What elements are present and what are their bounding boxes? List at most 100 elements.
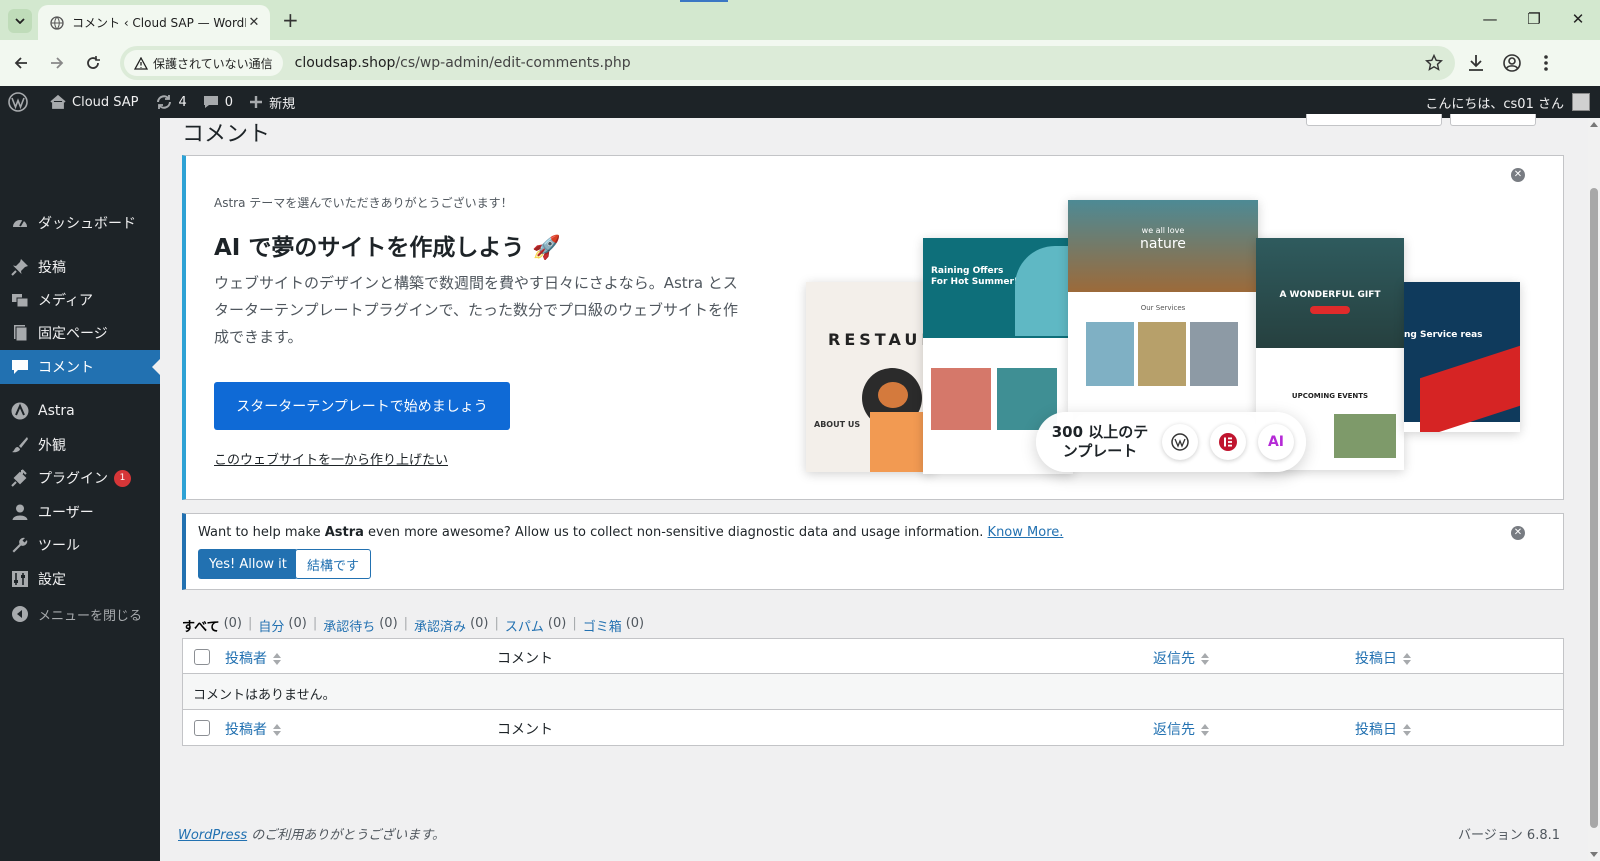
column-author[interactable]: 投稿者 — [225, 719, 281, 739]
sidebar-item-settings[interactable]: 設定 — [0, 562, 160, 596]
back-icon[interactable] — [10, 52, 32, 74]
card-about-title: ABOUT US — [814, 420, 861, 429]
wp-logo-menu[interactable] — [0, 86, 42, 118]
allow-tracking-button[interactable]: Yes! Allow it — [198, 549, 298, 579]
starter-templates-button[interactable]: スターターテンプレートで始めましょう — [214, 382, 510, 430]
site-security-chip[interactable]: 保護されていない通信 — [124, 50, 283, 76]
bookmark-star-icon[interactable] — [1425, 54, 1443, 72]
filter-spam[interactable]: スパム — [505, 616, 544, 635]
card-nature-title: nature — [1140, 236, 1186, 252]
url-text: cloudsap.shop/cs/wp-admin/edit-comments.… — [295, 55, 631, 71]
table-row: コメントはありません。 — [183, 674, 1563, 710]
sidebar-item-dashboard[interactable]: ダッシュボード — [0, 206, 160, 240]
build-from-scratch-link[interactable]: このウェブサイトを一から作り上げたい — [214, 449, 448, 468]
chevron-down-icon — [15, 18, 25, 24]
card-restaurant-title: RESTAUR — [828, 330, 934, 349]
sidebar-item-plugins[interactable]: プラグイン 1 — [0, 461, 160, 495]
page-scrollbar[interactable] — [1588, 118, 1600, 861]
admin-sidebar: ダッシュボード 投稿 メディア 固定ページ コメント Astra 外観 プラグイ… — [0, 118, 160, 861]
sidebar-item-tools[interactable]: ツール — [0, 528, 160, 562]
sidebar-item-astra[interactable]: Astra — [0, 394, 160, 428]
browser-tab[interactable]: コメント ‹ Cloud SAP — WordPress ✕ — [38, 5, 270, 40]
sidebar-item-appearance[interactable]: 外観 — [0, 428, 160, 462]
reload-icon[interactable] — [82, 52, 104, 74]
home-icon — [50, 94, 66, 109]
sidebar-item-comments[interactable]: コメント — [0, 350, 160, 384]
site-name-menu[interactable]: Cloud SAP — [42, 86, 147, 118]
minimize-icon[interactable]: — — [1480, 10, 1500, 28]
dismiss-icon[interactable]: ✕ — [1511, 526, 1525, 540]
sidebar-item-label: コメント — [38, 360, 94, 376]
screen-options-button[interactable] — [1306, 114, 1442, 126]
column-date[interactable]: 投稿日 — [1355, 719, 1411, 739]
card-services-title: Our Services — [1140, 304, 1186, 312]
scroll-down-icon[interactable] — [1590, 852, 1598, 857]
page-title: コメント — [182, 122, 271, 147]
browser-menu-icon[interactable] — [1540, 53, 1552, 73]
settings-sliders-icon — [10, 569, 30, 589]
tab-search-button[interactable] — [8, 9, 32, 33]
select-all-checkbox[interactable] — [194, 649, 210, 665]
forward-icon[interactable] — [46, 52, 68, 74]
sort-arrows-icon — [1403, 724, 1411, 736]
elementor-icon — [1210, 424, 1246, 460]
sidebar-item-users[interactable]: ユーザー — [0, 495, 160, 529]
filter-count: (0) — [470, 616, 489, 631]
template-card-restaurant: RESTAUR ABOUT US — [806, 282, 934, 472]
filter-trash[interactable]: ゴミ箱 — [583, 616, 622, 635]
card-gift-title: A WONDERFUL GIFT — [1279, 290, 1381, 300]
help-button[interactable] — [1450, 114, 1536, 126]
comment-bubble-icon — [10, 357, 30, 377]
astra-notice-title: AI で夢のサイトを作成しよう 🚀 — [214, 235, 562, 261]
sidebar-item-label: 投稿 — [38, 260, 66, 276]
updates-menu[interactable]: 4 — [147, 86, 195, 118]
collapse-menu-button[interactable]: メニューを閉じる — [0, 597, 160, 631]
sort-arrows-icon — [273, 724, 281, 736]
select-all-checkbox[interactable] — [194, 720, 210, 736]
know-more-link[interactable]: Know More. — [988, 525, 1064, 540]
column-response-label: 返信先 — [1153, 722, 1195, 738]
maximize-icon[interactable]: ❐ — [1524, 10, 1544, 28]
filter-all[interactable]: すべて — [182, 616, 220, 635]
column-author[interactable]: 投稿者 — [225, 648, 281, 668]
filter-separator: | — [494, 616, 499, 631]
astra-notice-description: ウェブサイトのデザインと構築で数週間を費やす日々にさよなら。Astra とスター… — [214, 274, 738, 346]
dismiss-icon[interactable]: ✕ — [1511, 168, 1525, 182]
card-service-title: ng Service reas — [1404, 330, 1483, 340]
card-events-photo — [1334, 414, 1396, 458]
column-response[interactable]: 返信先 — [1153, 648, 1209, 668]
templates-ai-pill: 300 以上のテンプレート AI — [1036, 412, 1306, 472]
column-date[interactable]: 投稿日 — [1355, 648, 1411, 668]
sidebar-item-pages[interactable]: 固定ページ — [0, 316, 160, 350]
card-offers-model — [1015, 246, 1071, 336]
download-icon[interactable] — [1466, 53, 1486, 73]
column-date-label: 投稿日 — [1355, 651, 1397, 667]
templates-count-label: 300 以上のテンプレート — [1051, 423, 1149, 460]
main-content: コメント Astra テーマを選んでいただきありがとうございます！ AI で夢の… — [160, 114, 1588, 861]
filter-pending[interactable]: 承認待ち — [323, 616, 375, 635]
filter-separator: | — [312, 616, 318, 631]
page-icon — [10, 323, 30, 343]
usage-text-brand: Astra — [324, 525, 364, 540]
filter-approved[interactable]: 承認済み — [414, 616, 466, 635]
sidebar-item-label: 固定ページ — [38, 326, 108, 342]
scrollbar-thumb[interactable] — [1590, 188, 1598, 828]
comments-menu[interactable]: 0 — [195, 86, 241, 118]
new-content-menu[interactable]: 新規 — [241, 86, 303, 118]
address-bar[interactable]: 保護されていない通信 cloudsap.shop/cs/wp-admin/edi… — [120, 46, 1455, 80]
new-tab-icon[interactable]: + — [282, 9, 299, 31]
sidebar-item-media[interactable]: メディア — [0, 283, 160, 317]
table-footer-row: 投稿者 コメント 返信先 投稿日 — [183, 710, 1563, 745]
no-comments-message: コメントはありません。 — [193, 688, 336, 703]
profile-icon[interactable] — [1502, 53, 1522, 73]
column-response[interactable]: 返信先 — [1153, 719, 1209, 739]
tab-close-icon[interactable]: ✕ — [246, 15, 262, 30]
window-close-icon[interactable]: ✕ — [1568, 10, 1588, 28]
scroll-up-icon[interactable] — [1590, 122, 1598, 127]
deny-tracking-button[interactable]: 結構です — [295, 549, 372, 579]
filter-mine[interactable]: 自分 — [258, 616, 284, 635]
sidebar-item-posts[interactable]: 投稿 — [0, 250, 160, 284]
wordpress-link[interactable]: WordPress — [178, 828, 247, 843]
sidebar-item-label: 設定 — [38, 572, 66, 588]
wordpress-circle-icon — [1162, 424, 1198, 460]
